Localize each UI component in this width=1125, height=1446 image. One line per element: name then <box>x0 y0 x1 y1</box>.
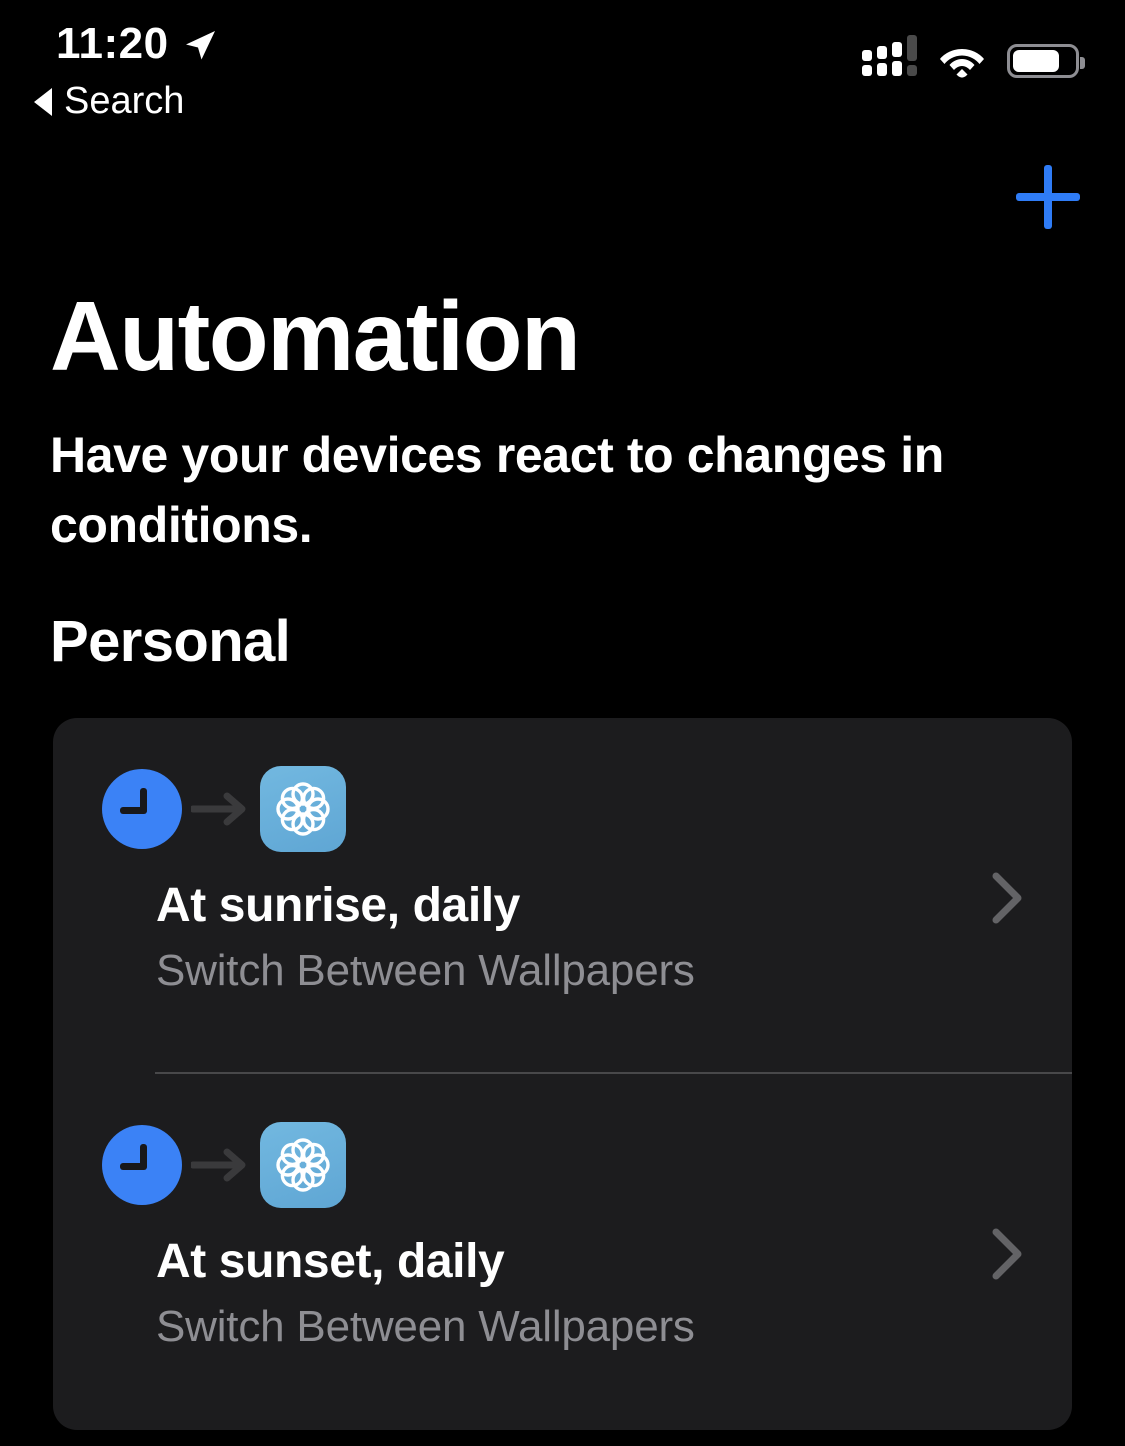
arrow-right-icon <box>182 1125 260 1205</box>
section-header-personal: Personal <box>50 609 291 674</box>
shortcuts-app-icon <box>260 1122 346 1208</box>
automation-list-card: At sunrise, daily Switch Between Wallpap… <box>53 718 1072 1430</box>
chevron-right-icon[interactable] <box>986 1226 1026 1282</box>
automation-screen: 11:20 Search Automation Have your device… <box>0 0 1125 1446</box>
page-title: Automation <box>50 281 581 391</box>
automation-subtitle: Switch Between Wallpapers <box>156 946 695 995</box>
location-arrow-icon <box>186 31 215 60</box>
add-automation-button[interactable] <box>1011 160 1085 234</box>
automation-title: At sunrise, daily <box>156 879 520 932</box>
automation-icons <box>102 766 346 852</box>
status-time: 11:20 <box>56 19 169 68</box>
battery-icon <box>1007 44 1085 78</box>
automation-row[interactable]: At sunset, daily Switch Between Wallpape… <box>53 1074 1072 1430</box>
cellular-signal-icon <box>862 35 917 76</box>
back-to-search-button[interactable]: Search <box>34 80 184 123</box>
wifi-icon <box>940 49 984 78</box>
chevron-right-icon[interactable] <box>986 870 1026 926</box>
clock-icon <box>102 769 182 849</box>
automation-title: At sunset, daily <box>156 1235 505 1288</box>
shortcuts-app-icon <box>260 766 346 852</box>
arrow-right-icon <box>182 769 260 849</box>
clock-icon <box>102 1125 182 1205</box>
automation-icons <box>102 1122 346 1208</box>
automation-row[interactable]: At sunrise, daily Switch Between Wallpap… <box>53 718 1072 1074</box>
status-indicators <box>862 35 1085 78</box>
back-triangle-icon <box>34 87 52 116</box>
back-label: Search <box>64 80 185 122</box>
status-bar: 11:20 <box>0 0 1125 86</box>
page-subtitle: Have your devices react to changes in co… <box>50 427 944 553</box>
automation-subtitle: Switch Between Wallpapers <box>156 1302 695 1351</box>
